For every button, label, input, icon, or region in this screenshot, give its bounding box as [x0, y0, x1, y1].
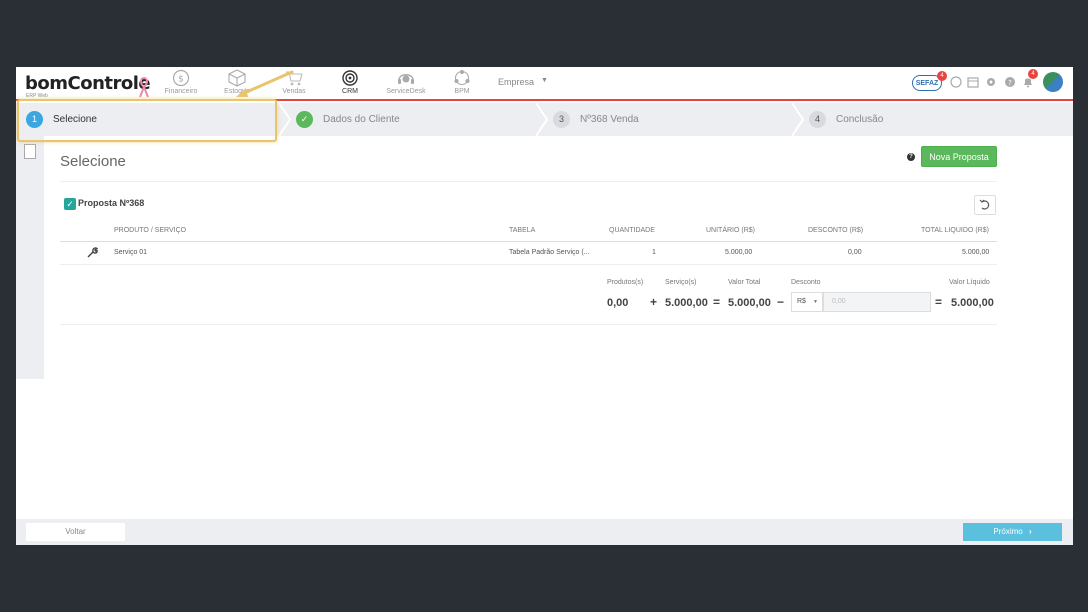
step-label: Nº368 Venda [580, 114, 639, 125]
net-label: Valor Líquido [949, 279, 990, 286]
nav-vendas[interactable]: Vendas [269, 69, 319, 95]
cart-icon [286, 71, 303, 86]
services-value: 5.000,00 [665, 297, 708, 309]
calendar-icon[interactable] [967, 76, 979, 88]
page-title: Selecione [60, 153, 126, 170]
document-icon[interactable] [24, 144, 36, 159]
col-header-product: PRODUTO / SERVIÇO [114, 227, 187, 234]
next-label: Próximo [993, 527, 1023, 536]
discount-label: Desconto [791, 279, 821, 286]
target-icon [342, 70, 358, 86]
app-window: bomControle ERP Web $ Financeiro Estoque… [16, 67, 1073, 545]
headset-icon [398, 74, 414, 84]
cell-table: Tabela Padrão Serviço (... [509, 249, 590, 256]
chevron-right-icon [278, 103, 292, 136]
notification-badge: 4 [1028, 69, 1038, 79]
net-value: 5.000,00 [951, 297, 994, 309]
network-icon [454, 70, 470, 86]
nav-label: CRM [342, 88, 358, 95]
col-header-unit: UNITÁRIO (R$) [706, 227, 755, 234]
nav-financeiro[interactable]: $ Financeiro [156, 69, 206, 95]
col-header-qty: QUANTIDADE [609, 227, 655, 234]
minus-sign: − [777, 295, 785, 309]
cell-discount: 0,00 [848, 249, 862, 256]
nav-bpm[interactable]: BPM [437, 69, 487, 95]
top-navbar: bomControle ERP Web $ Financeiro Estoque… [16, 67, 1073, 101]
whatsapp-icon[interactable] [950, 76, 962, 88]
total-label: Valor Total [728, 279, 761, 286]
back-button[interactable]: Voltar [26, 523, 125, 541]
cell-product: Serviço 01 [114, 249, 148, 256]
col-header-table: TABELA [509, 227, 536, 234]
avatar[interactable] [1043, 72, 1063, 92]
undo-icon [979, 199, 990, 210]
proposal-checkbox[interactable]: ✓ [64, 198, 76, 210]
nav-estoque[interactable]: Estoque [212, 69, 262, 95]
col-header-total: TOTAL LIQUIDO (R$) [921, 227, 989, 234]
services-label: Serviço(s) [665, 279, 697, 286]
company-selector[interactable]: Empresa [498, 77, 534, 87]
nav-servicedesk[interactable]: ServiceDesk [381, 69, 431, 95]
currency-value: R$ [797, 298, 806, 305]
cell-qty: 1 [652, 249, 656, 256]
step-label: Conclusão [836, 114, 884, 125]
help-icon[interactable]: ? [907, 153, 915, 161]
chevron-down-icon: ▼ [541, 77, 548, 84]
step-highlight [17, 99, 277, 142]
sefaz-badge: 4 [937, 71, 947, 81]
cell-total: 5.000,00 [962, 249, 990, 256]
step-dados-cliente[interactable]: ✓ Dados do Cliente [296, 103, 400, 136]
wrench-icon [87, 247, 98, 258]
chevron-right-icon [535, 103, 549, 136]
step-number: 4 [809, 111, 826, 128]
pink-ribbon-icon [139, 76, 149, 98]
step-conclusao[interactable]: 4 Conclusão [809, 103, 883, 136]
divider [60, 264, 997, 265]
discount-input[interactable]: 0,00 [823, 292, 931, 312]
left-rail [16, 136, 44, 379]
chevron-right-icon [791, 103, 805, 136]
nav-label: BPM [454, 88, 470, 95]
currency-select[interactable]: R$ ▼ [791, 292, 823, 312]
undo-button[interactable] [974, 195, 996, 215]
divider [60, 324, 997, 325]
nav-label: Vendas [282, 88, 306, 95]
chevron-right-icon: › [1028, 527, 1032, 536]
col-header-discount: DESCONTO (R$) [808, 227, 864, 234]
equals-sign: = [713, 295, 721, 309]
cell-unit: 5.000,00 [725, 249, 753, 256]
nav-label: Estoque [224, 88, 250, 95]
bottom-bar: Voltar Próximo › [16, 519, 1073, 545]
dollar-icon: $ [172, 69, 190, 87]
gear-icon[interactable] [985, 76, 997, 88]
step-venda[interactable]: 3 Nº368 Venda [553, 103, 639, 136]
chevron-down-icon: ▼ [813, 299, 818, 305]
svg-text:?: ? [1008, 79, 1012, 87]
products-value: 0,00 [607, 297, 629, 309]
svg-text:$: $ [178, 75, 184, 85]
new-proposal-button[interactable]: Nova Proposta [921, 146, 997, 167]
products-label: Produtos(s) [607, 279, 644, 286]
step-label: Dados do Cliente [323, 114, 400, 125]
nav-label: Financeiro [164, 88, 198, 95]
equals-sign: = [935, 295, 943, 309]
nav-crm[interactable]: CRM [325, 69, 375, 95]
help-icon[interactable]: ? [1004, 76, 1016, 88]
proposal-title: Proposta Nº368 [78, 198, 145, 208]
divider [60, 181, 997, 182]
logo: bomControle [25, 73, 151, 94]
step-number: 3 [553, 111, 570, 128]
nav-label: ServiceDesk [386, 88, 426, 95]
box-icon [228, 69, 246, 87]
divider [60, 241, 997, 242]
next-button[interactable]: Próximo › [963, 523, 1062, 541]
total-value: 5.000,00 [728, 297, 771, 309]
check-icon: ✓ [296, 111, 313, 128]
plus-sign: + [650, 295, 658, 309]
